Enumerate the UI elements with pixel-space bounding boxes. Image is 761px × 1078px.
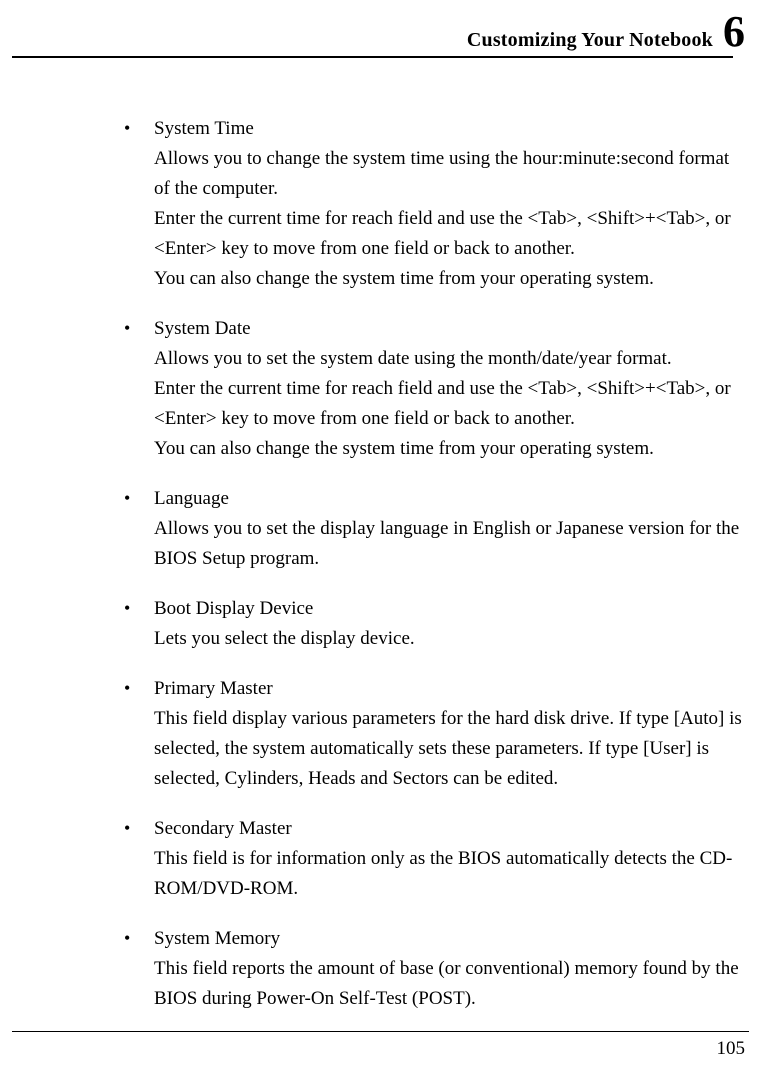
list-item: • Primary Master This field display vari… (120, 674, 745, 794)
item-title: Language (154, 484, 745, 514)
item-title: System Memory (154, 924, 745, 954)
bullet-icon: • (120, 484, 154, 574)
item-body: Primary Master This field display variou… (154, 674, 745, 794)
bullet-icon: • (120, 674, 154, 794)
content-area: • System Time Allows you to change the s… (0, 58, 761, 1014)
item-desc: This field reports the amount of base (o… (154, 954, 745, 1014)
page-number: 105 (12, 1032, 749, 1060)
page-footer: 105 (12, 1031, 749, 1060)
item-title: Primary Master (154, 674, 745, 704)
item-desc: Lets you select the display device. (154, 624, 745, 654)
list-item: • System Date Allows you to set the syst… (120, 314, 745, 464)
item-body: Boot Display Device Lets you select the … (154, 594, 745, 654)
item-title: Secondary Master (154, 814, 745, 844)
item-title: System Date (154, 314, 745, 344)
list-item: • Boot Display Device Lets you select th… (120, 594, 745, 654)
bullet-icon: • (120, 924, 154, 1014)
item-body: Language Allows you to set the display l… (154, 484, 745, 574)
chapter-title: Customizing Your Notebook (467, 29, 713, 52)
item-body: System Date Allows you to set the system… (154, 314, 745, 464)
item-title: System Time (154, 114, 745, 144)
list-item: • Language Allows you to set the display… (120, 484, 745, 574)
item-desc: Allows you to set the display language i… (154, 514, 745, 574)
bullet-icon: • (120, 594, 154, 654)
item-desc: This field is for information only as th… (154, 844, 745, 904)
bullet-icon: • (120, 114, 154, 294)
chapter-number: 6 (723, 10, 745, 54)
bullet-icon: • (120, 814, 154, 904)
item-body: System Memory This field reports the amo… (154, 924, 745, 1014)
item-body: Secondary Master This field is for infor… (154, 814, 745, 904)
item-body: System Time Allows you to change the sys… (154, 114, 745, 294)
item-title: Boot Display Device (154, 594, 745, 624)
bullet-icon: • (120, 314, 154, 464)
page-header: Customizing Your Notebook 6 (0, 0, 761, 58)
list-item: • Secondary Master This field is for inf… (120, 814, 745, 904)
item-desc: Allows you to set the system date using … (154, 344, 745, 464)
list-item: • System Time Allows you to change the s… (120, 114, 745, 294)
item-desc: Allows you to change the system time usi… (154, 144, 745, 294)
list-item: • System Memory This field reports the a… (120, 924, 745, 1014)
item-desc: This field display various parameters fo… (154, 704, 745, 794)
header-line: Customizing Your Notebook 6 (0, 10, 745, 54)
